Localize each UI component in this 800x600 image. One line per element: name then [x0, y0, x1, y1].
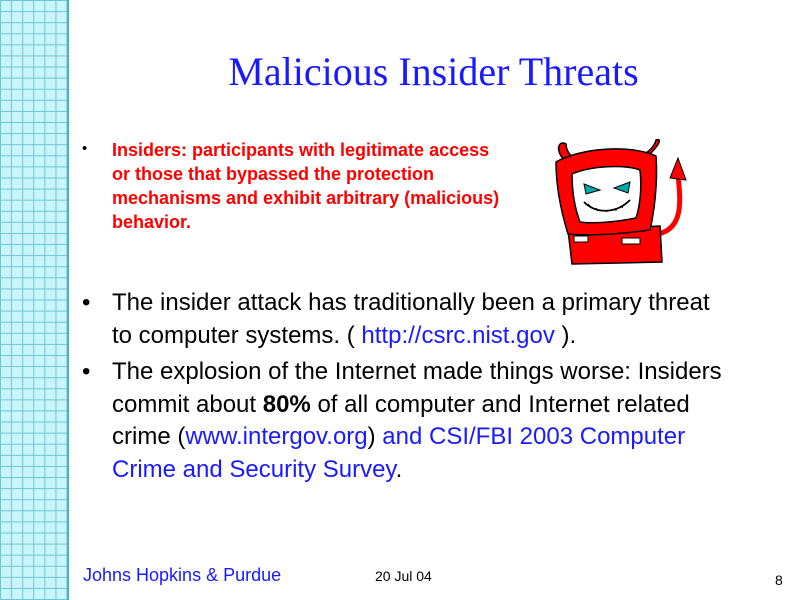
bullet-marker: • — [82, 289, 91, 316]
bullet-insider-attack: • The insider attack has traditionally b… — [82, 287, 722, 352]
bullet-text: The explosion of the Internet made thing… — [112, 356, 722, 486]
slide-title: Malicious Insider Threats — [228, 49, 639, 94]
text-segment: ). — [554, 321, 577, 349]
bullet-text: Insiders: participants with legitimate a… — [112, 140, 500, 232]
grid-sidebar-decoration — [0, 0, 69, 600]
bullet-insiders-definition: • Insiders: participants with legitimate… — [82, 138, 512, 234]
bullet-marker: • — [82, 140, 88, 157]
text-segment: ) — [367, 423, 376, 450]
percent-emphasis: 80% — [262, 390, 311, 418]
bullet-marker: • — [82, 358, 91, 385]
bullet-text: The insider attack has traditionally bee… — [112, 287, 722, 352]
footer-date: 20 Jul 04 — [375, 568, 432, 584]
footer-organization: Johns Hopkins & Purdue — [83, 565, 282, 585]
bullet-internet-explosion: • The explosion of the Internet made thi… — [82, 356, 722, 486]
intergov-link[interactable]: www.intergov.org — [185, 423, 367, 450]
devil-computer-icon — [555, 138, 687, 265]
page-number: 8 — [775, 572, 783, 588]
text-segment: . — [395, 455, 403, 483]
csrc-link[interactable]: http://csrc.nist.gov — [361, 322, 554, 349]
